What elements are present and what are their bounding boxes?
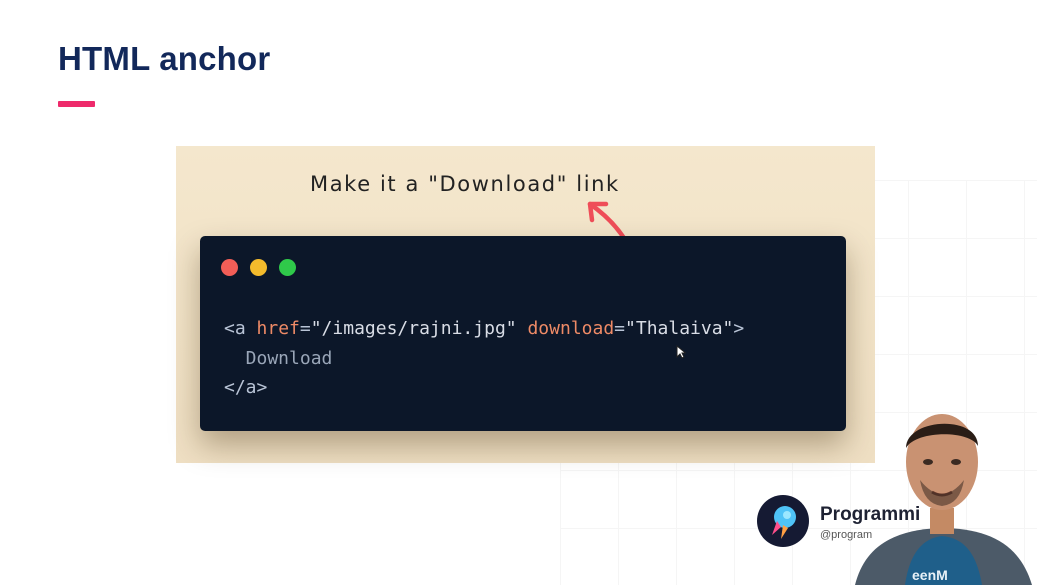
code-token-tag: = [299, 318, 311, 339]
mouse-cursor-icon [676, 345, 686, 359]
channel-logo [757, 495, 809, 547]
code-token-tag: = [614, 318, 626, 339]
close-dot-icon [221, 259, 238, 276]
svg-text:eenM: eenM [912, 567, 948, 583]
slide-title: HTML anchor [58, 40, 271, 77]
code-token-attr: href [256, 318, 300, 339]
code-editor-window: <a href="/images/rajni.jpg" download="Th… [200, 236, 846, 431]
code-line: Download [224, 344, 744, 374]
code-token-attr: download [527, 318, 615, 339]
caption: Make it a "Download" link [310, 172, 620, 196]
code-line: <a href="/images/rajni.jpg" download="Th… [224, 314, 744, 344]
code-token-str: "Thalaiva" [625, 318, 734, 339]
code-token-tag: > [733, 318, 745, 339]
maximize-dot-icon [279, 259, 296, 276]
code-block: <a href="/images/rajni.jpg" download="Th… [224, 314, 744, 403]
example-card: Make it a "Download" link <a href="/imag… [176, 146, 875, 463]
presenter-webcam: eenM [855, 414, 1032, 585]
code-token-tag: </a> [224, 377, 268, 398]
code-token-str: "/images/rajni.jpg" [310, 318, 517, 339]
code-line: </a> [224, 373, 744, 403]
minimize-dot-icon [250, 259, 267, 276]
code-token-tag [517, 318, 528, 339]
title-underline [58, 101, 95, 107]
code-token-text: Download [224, 347, 333, 369]
code-token-tag: <a [224, 318, 257, 339]
